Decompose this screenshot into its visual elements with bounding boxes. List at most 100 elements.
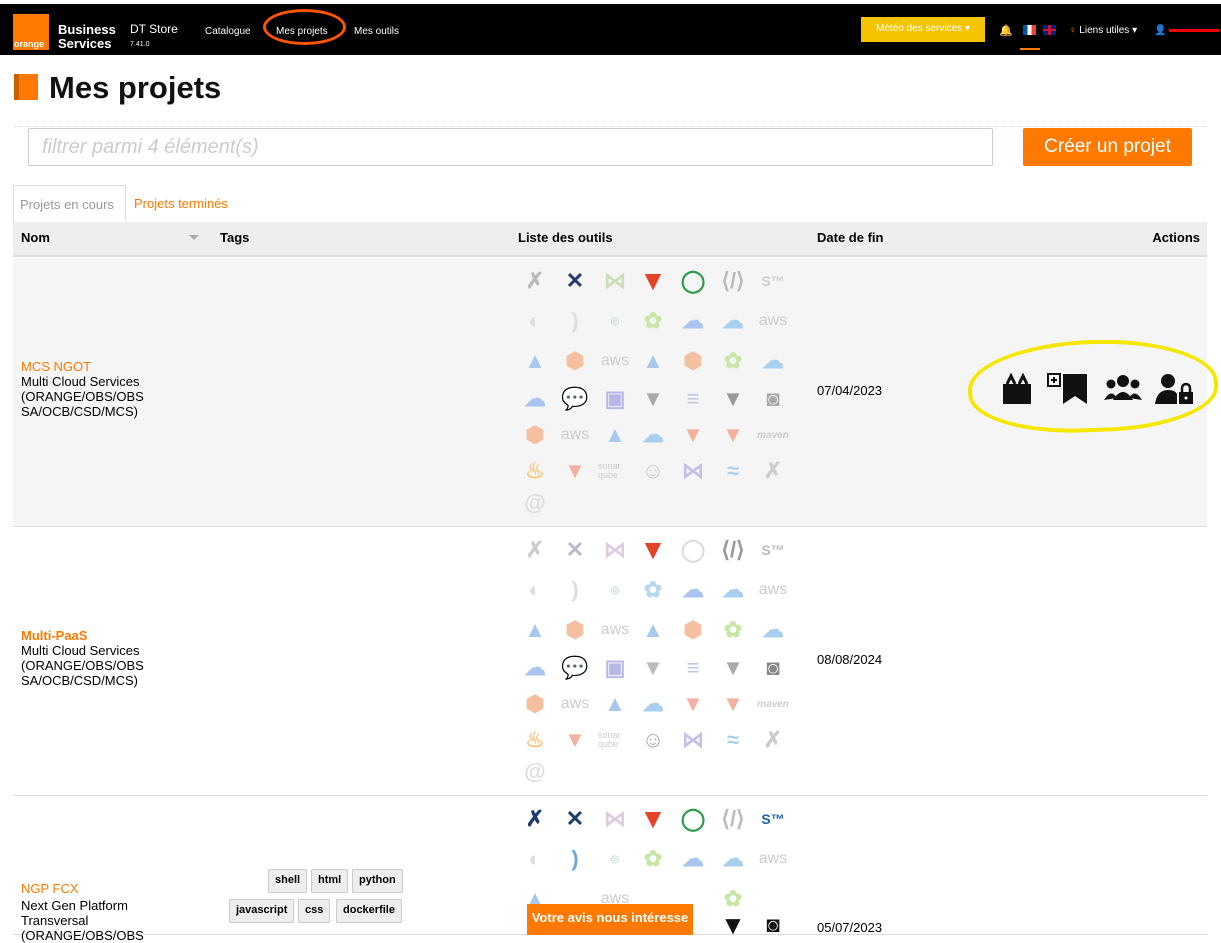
cloud-icon[interactable]: ☁ — [756, 613, 790, 647]
gitlab-icon[interactable]: ▼ — [558, 454, 592, 488]
code-icon[interactable]: ⟨/⟩ — [716, 802, 750, 836]
tool-icon[interactable]: ) — [558, 573, 592, 607]
chat-icon[interactable]: 💬 — [558, 651, 592, 685]
gitlab-icon[interactable]: ▼ — [636, 533, 670, 567]
cloud-icon[interactable]: ☁ — [636, 687, 670, 721]
debian-icon[interactable]: @ — [518, 755, 552, 789]
cloud-icon[interactable]: ☁ — [756, 344, 790, 378]
jira-icon[interactable]: ✗ — [756, 723, 790, 757]
azure-icon[interactable]: ▲ — [636, 613, 670, 647]
orange-logo[interactable]: orange — [13, 14, 49, 50]
aws-icon[interactable]: aws — [756, 304, 790, 338]
jira-icon[interactable]: ✗ — [518, 802, 552, 836]
gitlab-icon[interactable]: ▼ — [716, 687, 750, 721]
confluence-icon[interactable]: ✕ — [558, 264, 592, 298]
project-name-link[interactable]: NGP FCX — [21, 881, 79, 896]
teams-icon[interactable]: ▣ — [598, 651, 632, 685]
tool-icon[interactable]: ⬢ — [558, 344, 592, 378]
tag-badge[interactable]: python — [352, 869, 403, 893]
tool-icon[interactable]: ) — [558, 842, 592, 876]
tool-icon[interactable]: ✿ — [636, 573, 670, 607]
jenkins-icon[interactable]: ☺ — [636, 723, 670, 757]
cloud-icon[interactable]: ☁ — [518, 382, 552, 416]
tool-icon[interactable]: ✿ — [716, 613, 750, 647]
azure-icon[interactable]: ▲ — [518, 344, 552, 378]
french-flag-icon[interactable] — [1023, 25, 1036, 35]
code-icon[interactable]: ⟨/⟩ — [716, 533, 750, 567]
tag-badge[interactable]: javascript — [229, 899, 295, 923]
ovh-icon[interactable]: ◯ — [676, 533, 710, 567]
tool-icon[interactable]: ≡ — [676, 651, 710, 685]
robot-icon[interactable]: ◙ — [756, 651, 790, 685]
gitlab-icon[interactable]: ▼ — [636, 264, 670, 298]
meteo-services-button[interactable]: Météo des services ▾ — [861, 17, 985, 42]
vault-icon[interactable]: ▼ — [716, 382, 750, 416]
tag-badge[interactable]: html — [311, 869, 349, 893]
cloud-icon[interactable]: ☁ — [716, 573, 750, 607]
tool-icon[interactable]: ◐ — [518, 842, 552, 876]
tool-icon[interactable]: ◐ — [518, 573, 552, 607]
tool-icon[interactable]: ◐ — [518, 304, 552, 338]
store-name[interactable]: DT Store — [130, 22, 178, 36]
ovh-icon[interactable]: ◯ — [676, 802, 710, 836]
cloud-icon[interactable]: ☁ — [676, 304, 710, 338]
sonarqube-icon[interactable]: sonar qube — [598, 454, 632, 488]
tool-icon[interactable]: ◎ — [598, 573, 632, 607]
azure-icon[interactable]: ▲ — [598, 687, 632, 721]
tool-icon[interactable]: ◎ — [598, 304, 632, 338]
cloud-icon[interactable]: ☁ — [716, 304, 750, 338]
feedback-button[interactable]: Votre avis nous intéresse — [527, 904, 693, 935]
aws-icon[interactable]: aws — [756, 842, 790, 876]
maven-icon[interactable]: maven — [756, 418, 790, 452]
chat-icon[interactable]: 💬 — [558, 382, 592, 416]
teams-icon[interactable]: ▣ — [598, 382, 632, 416]
jira-icon[interactable]: ✗ — [756, 454, 790, 488]
aws-icon[interactable]: aws — [598, 613, 632, 647]
create-project-button[interactable]: Créer un projet — [1023, 128, 1192, 166]
tool-icon[interactable]: ◎ — [598, 842, 632, 876]
vs-icon[interactable]: ⋈ — [598, 533, 632, 567]
tab-projets-en-cours[interactable]: Projets en cours — [13, 185, 126, 223]
gitlab-icon[interactable]: ▼ — [716, 418, 750, 452]
bell-icon[interactable]: 🔔 — [999, 24, 1013, 37]
firebase-icon[interactable]: ♨ — [518, 454, 552, 488]
filter-input[interactable] — [28, 128, 993, 166]
gitlab-icon[interactable]: ▼ — [676, 418, 710, 452]
liens-utiles-menu[interactable]: ♀ Liens utiles ▾ — [1069, 25, 1137, 36]
maven-icon[interactable]: maven — [756, 687, 790, 721]
azure-icon[interactable]: ▲ — [518, 613, 552, 647]
cloud-icon[interactable]: ☁ — [636, 418, 670, 452]
vault-icon[interactable]: ▼ — [716, 908, 750, 942]
project-name-link[interactable]: MCS NGOT — [21, 359, 91, 374]
gitlab-icon[interactable]: ▼ — [676, 687, 710, 721]
nav-catalogue[interactable]: Catalogue — [205, 26, 251, 37]
tag-badge[interactable]: css — [298, 899, 331, 923]
user-menu[interactable]: 👤 — [1154, 25, 1220, 36]
tool-icon[interactable]: ⬢ — [518, 418, 552, 452]
tab-projets-termines[interactable]: Projets terminés — [134, 196, 228, 211]
gitlab-icon[interactable]: ▼ — [636, 802, 670, 836]
aws-icon[interactable]: aws — [598, 344, 632, 378]
vs-icon[interactable]: ⋈ — [598, 802, 632, 836]
debian-icon[interactable]: @ — [518, 486, 552, 520]
sonarqube-icon[interactable]: sonar qube — [598, 723, 632, 757]
robot-icon[interactable]: ◙ — [756, 382, 790, 416]
jira-icon[interactable]: ✗ — [518, 533, 552, 567]
tool-icon[interactable]: ⬢ — [676, 613, 710, 647]
header-nom[interactable]: Nom — [21, 230, 50, 245]
vs-icon[interactable]: ⋈ — [676, 454, 710, 488]
sonatype-icon[interactable]: S™ — [756, 802, 790, 836]
tool-icon[interactable]: ⬢ — [558, 613, 592, 647]
vault-icon[interactable]: ▼ — [716, 651, 750, 685]
tool-icon[interactable]: ≡ — [676, 382, 710, 416]
vs-icon[interactable]: ⋈ — [598, 264, 632, 298]
docker-icon[interactable]: ≈ — [716, 454, 750, 488]
cloud-icon[interactable]: ☁ — [676, 842, 710, 876]
sonatype-icon[interactable]: S™ — [756, 533, 790, 567]
ovh-icon[interactable]: ◯ — [676, 264, 710, 298]
cloud-icon[interactable]: ☁ — [716, 842, 750, 876]
azure-icon[interactable]: ▲ — [598, 418, 632, 452]
code-icon[interactable]: ⟨/⟩ — [716, 264, 750, 298]
jenkins-icon[interactable]: ☺ — [636, 454, 670, 488]
header-date[interactable]: Date de fin — [817, 230, 883, 245]
